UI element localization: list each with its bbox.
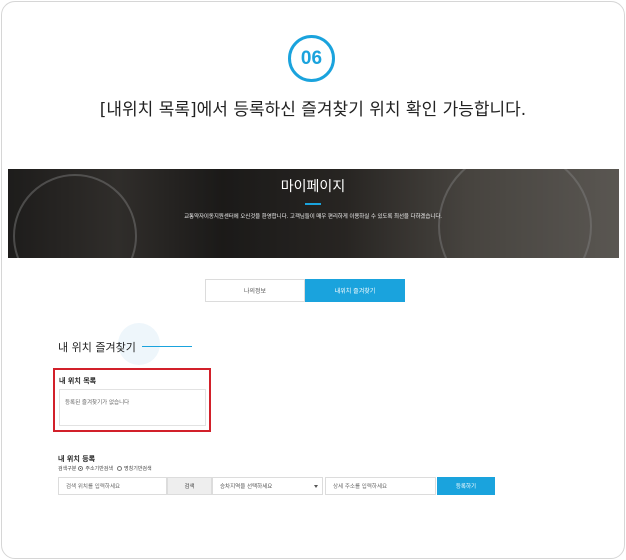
step-caption: [내위치 목록]에서 등록하신 즐겨찾기 위치 확인 가능합니다. [99,100,527,120]
section-title: 내 위치 즐겨찾기 [58,341,136,354]
radio-name-search-label: 명칭기반검색 [124,466,152,472]
register-button[interactable]: 등록하기 [437,477,495,495]
radio-address-search-label: 주소기반검색 [85,466,114,472]
search-type-row: 검색구분 주소기반검색 명칭기반검색 [58,465,152,472]
search-type-label: 검색구분 [58,466,77,472]
title-underline [305,203,321,205]
highlight-box [53,368,211,432]
step-number-badge: 06 [288,35,335,82]
registration-label: 내 위치 등록 [58,455,96,463]
hero-subtitle: 교통약자이동지원센터에 오신것을 환영합니다. 고객님들이 매우 편리하게 이용… [184,214,442,220]
step-number: 06 [300,47,323,69]
detail-address-input[interactable]: 상세 주소를 입력하세요 [325,477,436,495]
section-title-line [142,346,192,347]
page-title: 마이페이지 [280,179,346,195]
tab-location-favorites[interactable]: 내위치 즐겨찾기 [305,279,405,302]
boarding-area-select-value: 승차지역을 선택하세요 [220,484,273,490]
radio-address-search[interactable] [78,466,84,471]
search-button[interactable]: 검색 [167,477,212,495]
boarding-area-select[interactable]: 승차지역을 선택하세요 [212,477,323,495]
location-search-input[interactable]: 검색 위치를 입력하세요 [58,477,167,495]
chevron-down-icon [314,485,318,488]
tab-bar: 나의정보 내위치 즐겨찾기 [205,279,405,302]
radio-name-search[interactable] [117,466,123,471]
tab-my-info[interactable]: 나의정보 [205,279,305,302]
